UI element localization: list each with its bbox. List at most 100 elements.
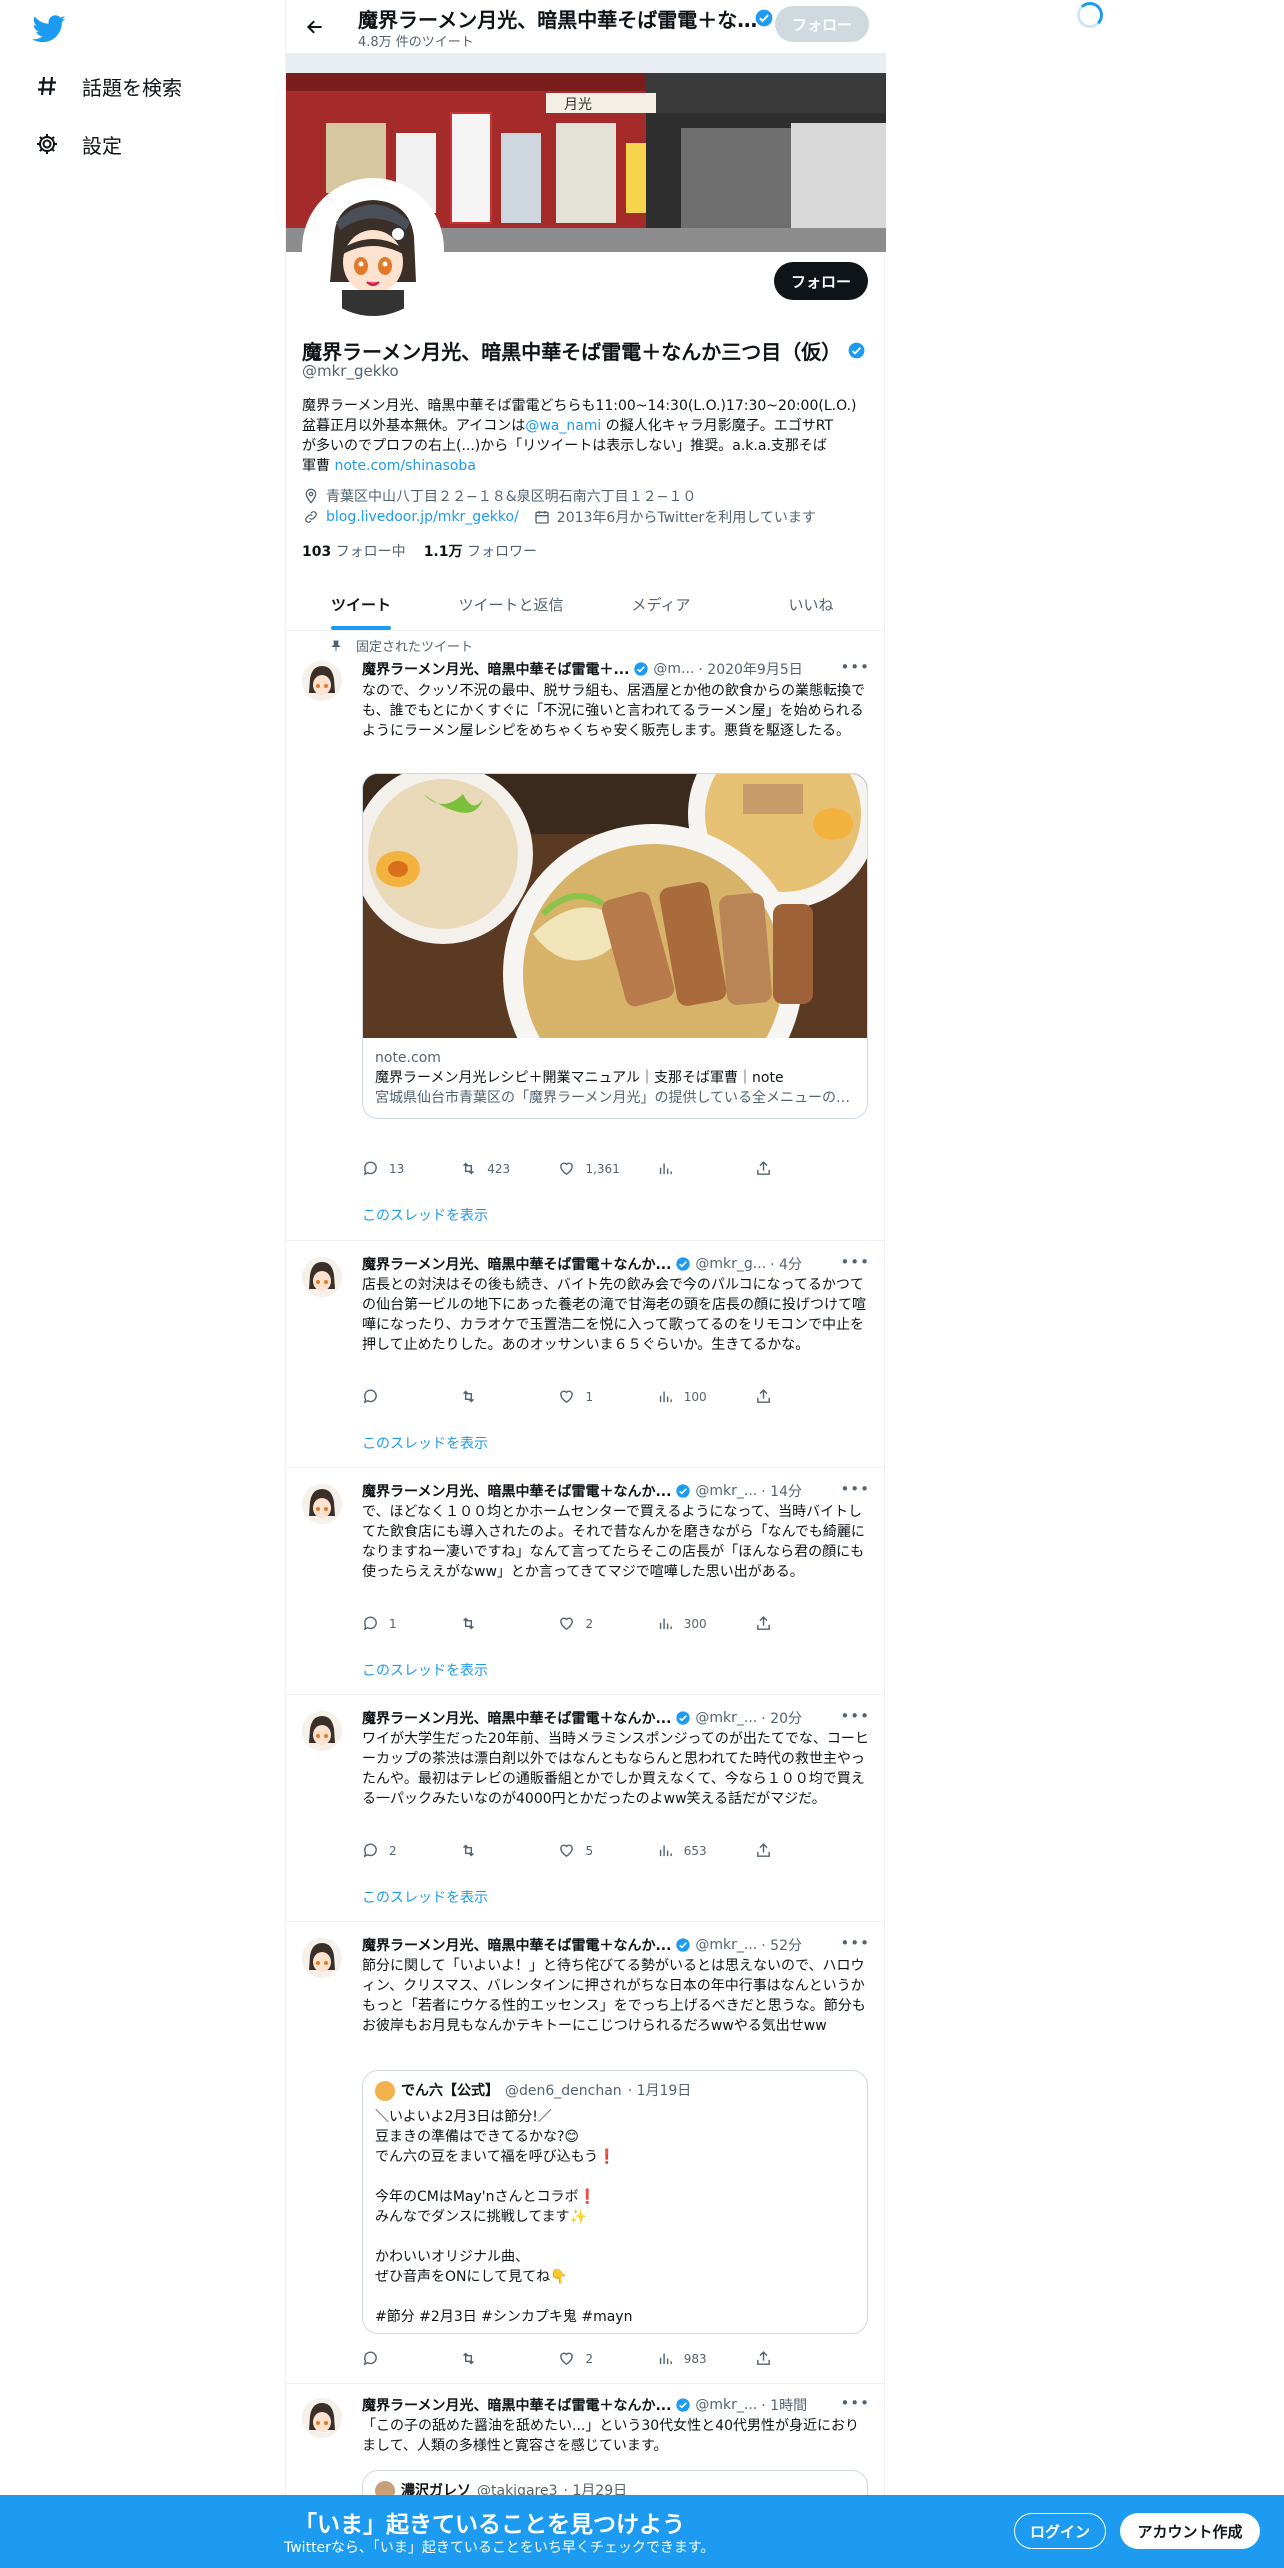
tweet[interactable]: 魔界ラーメン月光、暗黒中華そば雷電＋なんか... @mkr_... · 52分 … bbox=[286, 1922, 886, 2384]
tweet[interactable]: 魔界ラーメン月光、暗黒中華そば雷電＋なんか... @mkr_... · 14分 … bbox=[286, 1468, 886, 1695]
retweet-button[interactable] bbox=[460, 1615, 558, 1632]
more-options-icon[interactable]: ••• bbox=[840, 2394, 870, 2412]
tweet-avatar[interactable] bbox=[302, 661, 342, 701]
tweet-avatar[interactable] bbox=[302, 1938, 342, 1978]
retweet-button[interactable] bbox=[460, 2350, 558, 2367]
bio-mention-link[interactable]: @wa_nami bbox=[525, 418, 601, 434]
reply-button[interactable]: 1 bbox=[362, 1615, 460, 1632]
tweet-header: 魔界ラーメン月光、暗黒中華そば雷電＋... @m... · 2020年9月5日 bbox=[362, 659, 822, 679]
tweet-author-handle[interactable]: @mkr_... bbox=[695, 2397, 757, 2413]
like-button[interactable]: 5 bbox=[558, 1842, 656, 1859]
tweet-avatar[interactable] bbox=[302, 2398, 342, 2438]
tweet-time[interactable]: · 1時間 bbox=[761, 2395, 807, 2415]
tweet[interactable]: 魔界ラーメン月光、暗黒中華そば雷電＋なんか... @mkr_... · 20分 … bbox=[286, 1695, 886, 1922]
quoted-line: ＼いよいよ2月3日は節分!／ bbox=[375, 2109, 552, 2125]
tab-tweets-and-replies[interactable]: ツイートと返信 bbox=[436, 578, 586, 630]
tab-likes[interactable]: いいね bbox=[736, 578, 886, 630]
show-thread-link[interactable]: このスレッドを表示 bbox=[362, 1887, 488, 1907]
like-button[interactable]: 1,361 bbox=[558, 1160, 656, 1177]
header-follow-button[interactable]: フォロー bbox=[775, 6, 869, 42]
tweet[interactable]: 魔界ラーメン月光、暗黒中華そば雷電＋なんか... @mkr_... · 1時間 … bbox=[286, 2384, 886, 2510]
bio-note-link[interactable]: note.com/shinasoba bbox=[334, 458, 475, 474]
reply-button[interactable] bbox=[362, 2350, 460, 2367]
quoted-tweet[interactable]: でん六【公式】 @den6_denchan · 1月19日 ＼いよいよ2月3日は… bbox=[362, 2070, 868, 2334]
tweet-author-name[interactable]: 魔界ラーメン月光、暗黒中華そば雷電＋なんか... bbox=[362, 1708, 671, 1728]
views-button[interactable]: 100 bbox=[657, 1388, 755, 1405]
link-icon bbox=[302, 508, 320, 526]
back-arrow-icon[interactable] bbox=[300, 12, 330, 42]
profile-tabs: ツイート ツイートと返信 メディア いいね bbox=[286, 578, 886, 631]
tweet-time[interactable]: · 4分 bbox=[770, 1254, 802, 1274]
more-options-icon[interactable]: ••• bbox=[840, 658, 870, 676]
more-options-icon[interactable]: ••• bbox=[840, 1934, 870, 1952]
show-thread-link[interactable]: このスレッドを表示 bbox=[362, 1660, 488, 1680]
followers-stat[interactable]: 1.1万 フォロワー bbox=[424, 541, 537, 561]
tweet-author-name[interactable]: 魔界ラーメン月光、暗黒中華そば雷電＋なんか... bbox=[362, 1935, 671, 1955]
tweet-avatar[interactable] bbox=[302, 1711, 342, 1751]
more-options-icon[interactable]: ••• bbox=[840, 1480, 870, 1498]
tweet-author-name[interactable]: 魔界ラーメン月光、暗黒中華そば雷電＋なんか... bbox=[362, 1481, 671, 1501]
tweet-author-handle[interactable]: @mkr_... bbox=[695, 1937, 757, 1953]
reply-button[interactable] bbox=[362, 1388, 460, 1405]
profile-follow-button[interactable]: フォロー bbox=[774, 262, 868, 300]
profile-avatar[interactable] bbox=[302, 178, 444, 320]
tweet-text: 店長との対決はその後も続き、バイト先の飲み会で今のパルコになってるかつての仙台第… bbox=[362, 1277, 866, 1353]
tweet-author-handle[interactable]: @mkr_... bbox=[695, 1483, 757, 1499]
tweet-time[interactable]: · 2020年9月5日 bbox=[698, 659, 802, 679]
tweet-author-handle[interactable]: @mkr_... bbox=[695, 1710, 757, 1726]
bio-line: 盆暮正月以外基本無休。アイコンは@wa_nami の擬人化キャラ月影魔子。エゴサ… bbox=[302, 416, 870, 436]
views-button[interactable]: 653 bbox=[657, 1842, 755, 1859]
twitter-logo-icon[interactable] bbox=[32, 12, 66, 46]
signup-button[interactable]: アカウント作成 bbox=[1120, 2513, 1260, 2549]
views-button[interactable]: 983 bbox=[657, 2350, 755, 2367]
tweet-time[interactable]: · 20分 bbox=[761, 1708, 802, 1728]
views-count: 653 bbox=[683, 1843, 707, 1858]
tweet-time[interactable]: · 52分 bbox=[761, 1935, 802, 1955]
nav-explore[interactable]: 話題を検索 bbox=[34, 66, 182, 106]
share-button[interactable] bbox=[755, 1388, 792, 1405]
tweet-time[interactable]: · 14分 bbox=[761, 1481, 802, 1501]
link-card[interactable]: note.com 魔界ラーメン月光レシピ＋開業マニュアル｜支那そば軍曹｜note… bbox=[362, 773, 868, 1119]
tweet-text: なので、クッソ不況の最中、脱サラ組も、居酒屋とか他の飲食からの業態転換でも、誰で… bbox=[362, 683, 866, 739]
tweet-avatar[interactable] bbox=[302, 1257, 342, 1297]
reply-button[interactable]: 2 bbox=[362, 1842, 460, 1859]
heart-icon bbox=[560, 1617, 574, 1631]
views-button[interactable] bbox=[657, 1160, 755, 1177]
quoted-avatar bbox=[375, 2081, 395, 2101]
more-options-icon[interactable]: ••• bbox=[840, 1253, 870, 1271]
login-button[interactable]: ログイン bbox=[1014, 2513, 1106, 2549]
svg-text:月光: 月光 bbox=[564, 97, 592, 113]
like-button[interactable]: 2 bbox=[558, 2350, 656, 2367]
retweet-button[interactable] bbox=[460, 1388, 558, 1405]
share-button[interactable] bbox=[755, 1842, 792, 1859]
more-options-icon[interactable]: ••• bbox=[840, 1707, 870, 1725]
tab-media[interactable]: メディア bbox=[586, 578, 736, 630]
share-button[interactable] bbox=[755, 2350, 792, 2367]
reply-button[interactable]: 13 bbox=[362, 1160, 460, 1177]
profile-follow-stats: 103 フォロー中 1.1万 フォロワー bbox=[302, 541, 537, 561]
share-button[interactable] bbox=[755, 1160, 792, 1177]
nav-settings[interactable]: 設定 bbox=[34, 124, 122, 164]
tab-tweets[interactable]: ツイート bbox=[286, 578, 436, 630]
retweet-button[interactable]: 423 bbox=[460, 1160, 558, 1177]
views-button[interactable]: 300 bbox=[657, 1615, 755, 1632]
show-thread-link[interactable]: このスレッドを表示 bbox=[362, 1205, 488, 1225]
verified-badge-icon bbox=[676, 1257, 691, 1271]
tweet-author-name[interactable]: 魔界ラーメン月光、暗黒中華そば雷電＋なんか... bbox=[362, 1254, 671, 1274]
tweet-author-name[interactable]: 魔界ラーメン月光、暗黒中華そば雷電＋... bbox=[362, 659, 629, 679]
profile-website-link[interactable]: blog.livedoor.jp/mkr_gekko/ bbox=[326, 509, 519, 525]
like-button[interactable]: 1 bbox=[558, 1388, 656, 1405]
verified-badge-icon bbox=[754, 8, 774, 32]
login-prompt-bar: 「いま」起きていることを見つけよう Twitterなら、「いま」起きていることを… bbox=[0, 2495, 1284, 2568]
show-thread-link[interactable]: このスレッドを表示 bbox=[362, 1433, 488, 1453]
tweet-avatar[interactable] bbox=[302, 1484, 342, 1524]
tweet[interactable]: 魔界ラーメン月光、暗黒中華そば雷電＋なんか... @mkr_g... · 4分 … bbox=[286, 1241, 886, 1468]
tweet-author-handle[interactable]: @m... bbox=[653, 661, 694, 677]
share-icon bbox=[757, 1161, 770, 1175]
share-button[interactable] bbox=[755, 1615, 792, 1632]
like-button[interactable]: 2 bbox=[558, 1615, 656, 1632]
retweet-button[interactable] bbox=[460, 1842, 558, 1859]
tweet-author-handle[interactable]: @mkr_g... bbox=[695, 1256, 766, 1272]
following-stat[interactable]: 103 フォロー中 bbox=[302, 541, 406, 561]
tweet-author-name[interactable]: 魔界ラーメン月光、暗黒中華そば雷電＋なんか... bbox=[362, 2395, 671, 2415]
